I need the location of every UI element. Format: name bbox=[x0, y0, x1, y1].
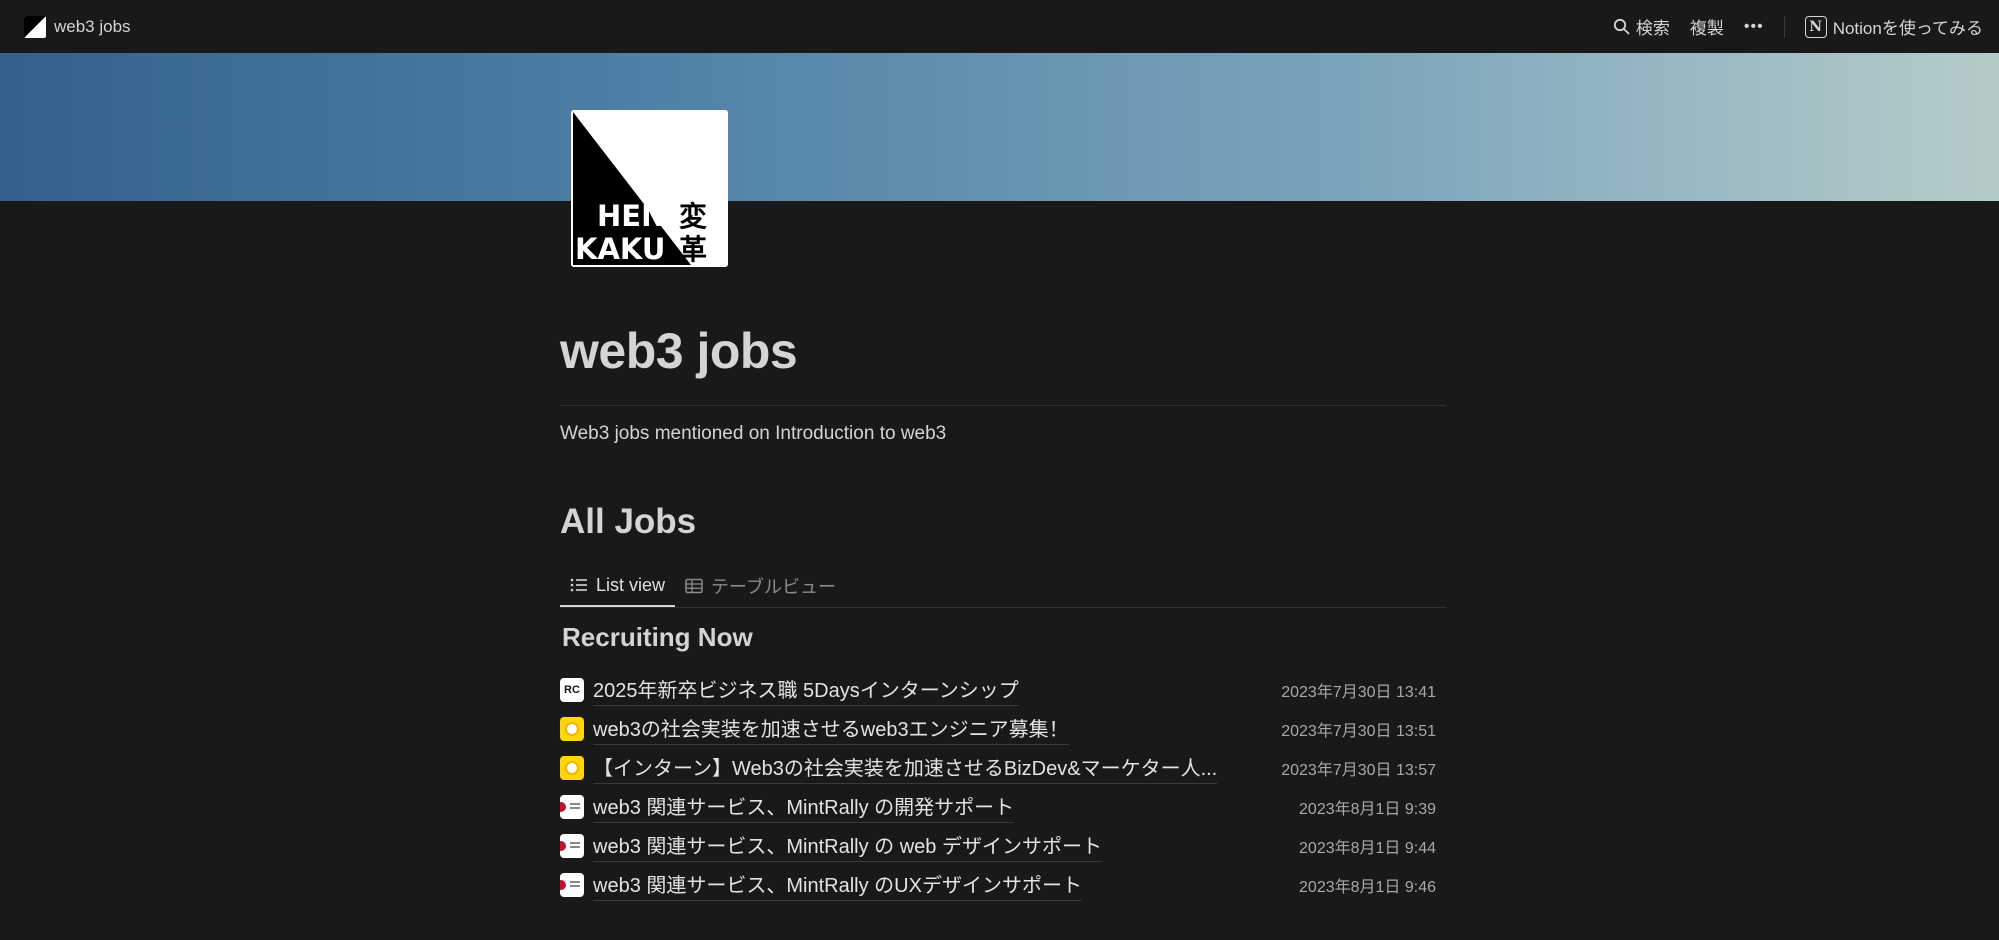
list-item[interactable]: web3 関連サービス、MintRally の開発サポート 2023年8月1日 … bbox=[560, 787, 1446, 826]
svg-text:KAKU: KAKU bbox=[575, 232, 665, 266]
list-item[interactable]: RC 2025年新卒ビジネス職 5Daysインターンシップ 2023年7月30日… bbox=[560, 670, 1446, 709]
notion-logo-icon: N bbox=[1804, 15, 1827, 38]
company-logo-icon bbox=[560, 794, 584, 819]
tab-table-view-label: テーブルビュー bbox=[711, 577, 836, 597]
more-options-button[interactable]: ••• bbox=[1744, 18, 1764, 36]
search-icon bbox=[1613, 18, 1630, 35]
page-description: Web3 jobs mentioned on Introduction to w… bbox=[560, 423, 947, 444]
page-icon: HEN 変 KAKU 革 bbox=[571, 110, 728, 267]
created-date: 2023年8月1日 9:44 bbox=[1299, 839, 1436, 857]
svg-text:革: 革 bbox=[679, 233, 707, 266]
table-icon bbox=[685, 578, 703, 594]
job-title[interactable]: web3の社会実装を加速させるweb3エンジニア募集！ bbox=[593, 713, 1069, 745]
job-title[interactable]: web3 関連サービス、MintRally のUXデザインサポート bbox=[593, 869, 1082, 901]
tab-table-view[interactable]: テーブルビュー bbox=[675, 565, 846, 607]
job-title[interactable]: web3 関連サービス、MintRally の web デザインサポート bbox=[593, 830, 1102, 862]
job-title[interactable]: 2025年新卒ビジネス職 5Daysインターンシップ bbox=[593, 674, 1019, 706]
list-icon bbox=[570, 578, 587, 592]
list-item[interactable]: web3の社会実装を加速させるweb3エンジニア募集！ 2023年7月30日 1… bbox=[560, 709, 1446, 748]
created-date: 2023年7月30日 13:51 bbox=[1281, 722, 1436, 740]
job-list: RC 2025年新卒ビジネス職 5Daysインターンシップ 2023年7月30日… bbox=[560, 670, 1446, 904]
breadcrumb-page-name[interactable]: web3 jobs bbox=[54, 17, 131, 37]
svg-text:HEN: HEN bbox=[597, 199, 665, 233]
company-logo-icon bbox=[560, 872, 584, 897]
title-divider bbox=[560, 405, 1446, 406]
company-logo-icon: RC bbox=[560, 677, 584, 702]
created-date: 2023年8月1日 9:46 bbox=[1299, 878, 1436, 896]
company-logo-icon bbox=[560, 755, 584, 780]
topbar-divider bbox=[1783, 15, 1785, 38]
job-title[interactable]: 【インターン】Web3の社会実装を加速させるBizDev&マーケター人... bbox=[593, 752, 1218, 784]
page-cover bbox=[0, 53, 1999, 201]
company-logo-icon bbox=[560, 716, 584, 741]
duplicate-button[interactable]: 複製 bbox=[1690, 14, 1724, 39]
group-heading: Recruiting Now bbox=[562, 622, 753, 652]
try-notion-label: Notionを使ってみる bbox=[1832, 19, 1983, 38]
created-date: 2023年7月30日 13:57 bbox=[1281, 761, 1436, 779]
created-date: 2023年7月30日 13:41 bbox=[1281, 683, 1436, 701]
list-item[interactable]: 【インターン】Web3の社会実装を加速させるBizDev&マーケター人... 2… bbox=[560, 748, 1446, 787]
job-title[interactable]: web3 関連サービス、MintRally の開発サポート bbox=[593, 791, 1015, 823]
company-logo-icon bbox=[560, 833, 584, 858]
page-title: web3 jobs bbox=[560, 323, 798, 379]
duplicate-label: 複製 bbox=[1689, 19, 1724, 38]
page-logo-icon bbox=[24, 15, 46, 38]
henkaku-logo-icon: HEN 変 KAKU 革 bbox=[571, 110, 728, 267]
more-icon: ••• bbox=[1743, 17, 1764, 35]
created-date: 2023年8月1日 9:39 bbox=[1299, 800, 1436, 818]
list-item[interactable]: web3 関連サービス、MintRally のUXデザインサポート 2023年8… bbox=[560, 865, 1446, 904]
list-item[interactable]: web3 関連サービス、MintRally の web デザインサポート 202… bbox=[560, 826, 1446, 865]
view-tabs: List view テーブルビュー bbox=[560, 565, 1446, 608]
top-bar: web3 jobs 検索 複製 ••• N Notionを使ってみる bbox=[0, 0, 1999, 53]
search-button[interactable]: 検索 bbox=[1613, 14, 1670, 39]
svg-text:変: 変 bbox=[679, 200, 707, 233]
topbar-actions: 検索 複製 ••• N Notionを使ってみる bbox=[1613, 14, 1983, 39]
tab-list-view[interactable]: List view bbox=[560, 565, 676, 607]
database-title[interactable]: All Jobs bbox=[560, 502, 696, 542]
try-notion-button[interactable]: N Notionを使ってみる bbox=[1804, 14, 1983, 39]
tab-list-view-label: List view bbox=[596, 574, 666, 595]
search-label: 検索 bbox=[1635, 19, 1670, 38]
